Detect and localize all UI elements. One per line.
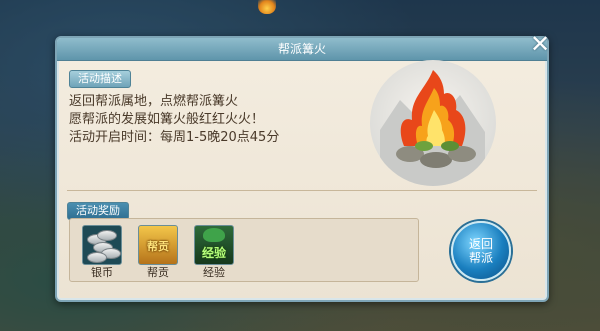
close-button[interactable]: ✕ [527,32,553,58]
bonfire-icon [380,70,485,186]
reward-label: 经验 [203,266,225,279]
return-to-guild-button[interactable]: 返回 帮派 [451,221,511,281]
reward-label: 帮贡 [147,266,169,279]
description-line: 愿帮派的发展如篝火般红红火火！ [69,112,265,127]
reward-label: 银币 [91,266,113,279]
guild-bonfire-dialog: 帮派篝火 ✕ 活动描述 返回帮派属地，点燃帮派篝火 愿帮派的发展如篝火般红红火火… [55,32,550,302]
reward-contribution[interactable]: 帮贡 帮贡 [136,225,180,279]
icon-text: 帮贡 [147,240,169,253]
section-divider [67,190,537,191]
description-line: 活动开启时间：每周1-5晚20点45分 [69,130,280,145]
bonfire-illustration [370,60,496,186]
description-tag: 活动描述 [69,70,131,88]
return-button-line2: 帮派 [468,251,493,265]
description-line: 返回帮派属地，点燃帮派篝火 [69,94,239,109]
reward-silver[interactable]: 银币 [80,225,124,279]
reward-panel: 银币 帮贡 帮贡 经验 经验 [69,218,419,282]
dialog-title: 帮派篝火 [57,38,547,61]
icon-text: 经验 [201,246,226,260]
silver-coins-icon [82,225,122,265]
reward-experience[interactable]: 经验 经验 [192,225,236,279]
return-button-line1: 返回 [468,237,493,251]
guild-contribution-icon: 帮贡 [138,225,178,265]
experience-icon: 经验 [194,225,234,265]
description-text: 返回帮派属地，点燃帮派篝火 愿帮派的发展如篝火般红红火火！ 活动开启时间：每周1… [69,93,279,147]
lantern-icon [258,0,276,14]
